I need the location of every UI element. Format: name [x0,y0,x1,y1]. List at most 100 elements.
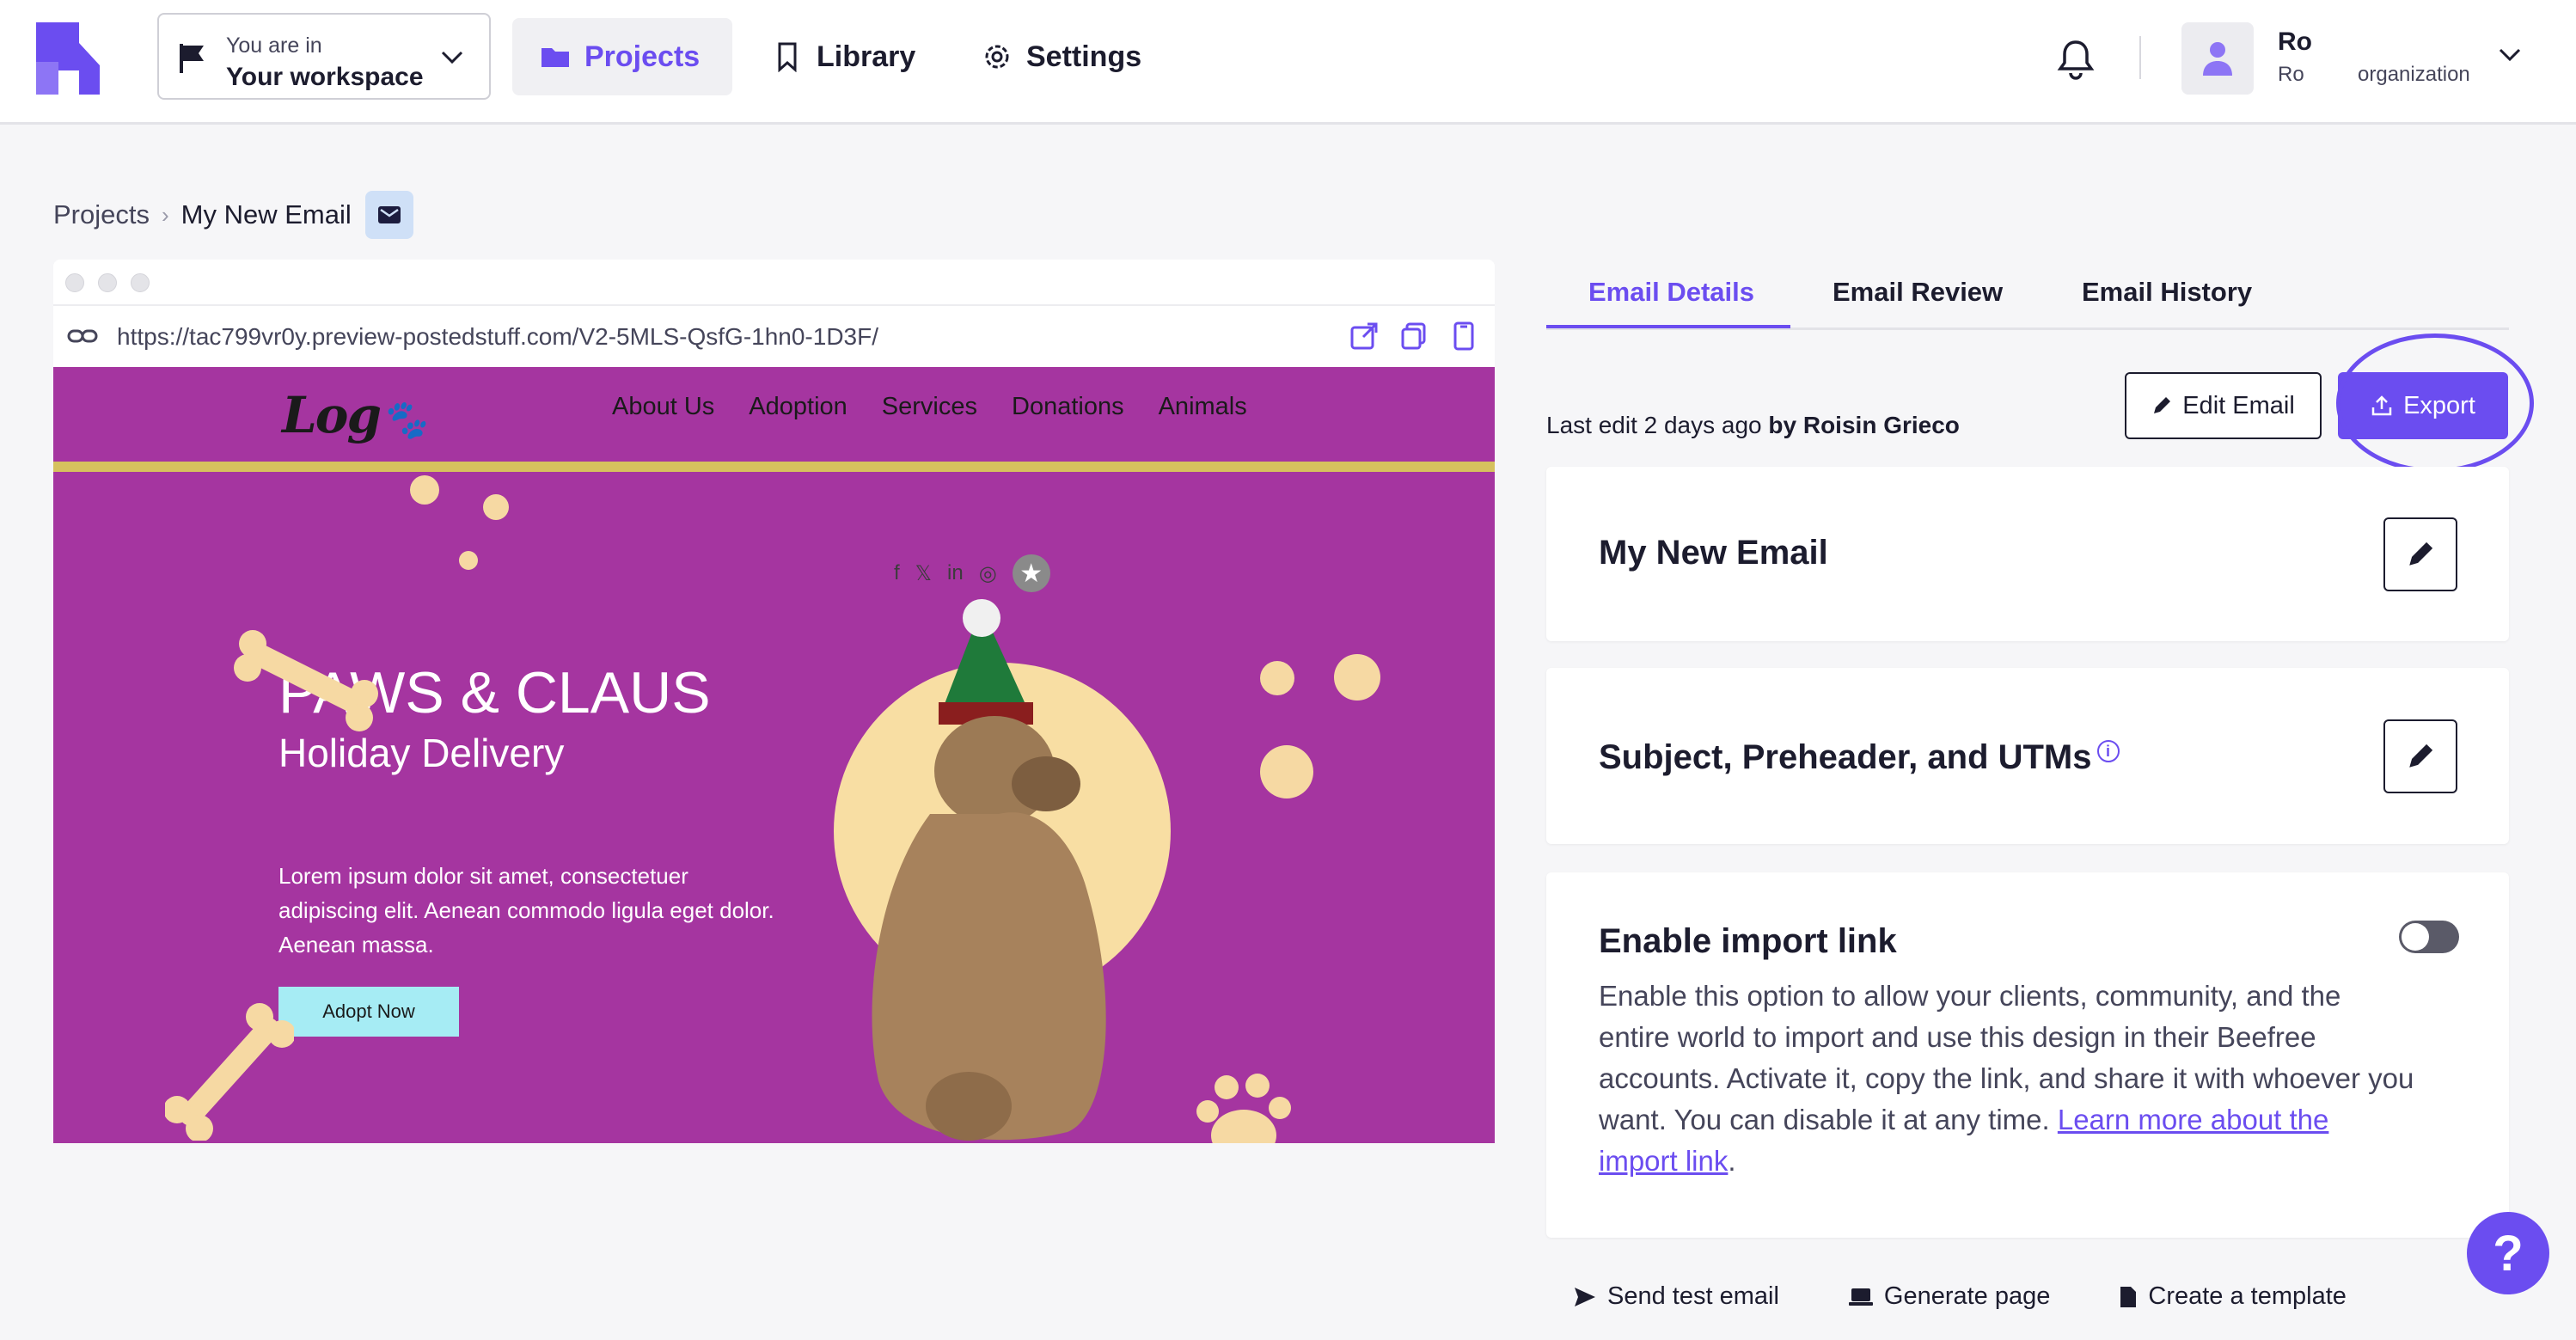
create-template-button[interactable]: Create a template [2119,1282,2347,1311]
decor-dot [1260,661,1294,695]
user-organization: organization [2358,63,2470,86]
email-header: Log🐾 About Us Adoption Services Donation… [53,367,1495,462]
generate-page-label: Generate page [1883,1282,2051,1310]
decor-dot [1334,654,1380,701]
gear-icon [985,45,1009,69]
linkedin-icon: in [947,561,964,584]
email-nav-item: Services [881,393,977,420]
dog-image [872,599,1106,1141]
pencil-icon [2409,743,2433,768]
decor-dot [483,494,509,520]
app-logo-icon[interactable] [29,22,107,95]
email-nav-item: Adoption [749,393,847,420]
nav-library[interactable]: Library [744,18,943,95]
open-external-icon[interactable] [1349,321,1379,351]
breadcrumb-separator: › [161,201,169,228]
send-icon [1575,1287,1595,1306]
user-name: Ro [2278,28,2312,56]
chevron-down-icon[interactable] [2497,45,2523,65]
divider [2139,36,2141,79]
card-email-name-title: My New Email [1599,534,1828,572]
pencil-icon [2409,542,2433,566]
flag-icon [180,44,204,73]
x-icon: 𝕏 [915,561,933,585]
bell-icon[interactable] [2057,39,2095,80]
email-subheadline: Holiday Delivery [278,731,565,775]
email-tabs: Email Details Email Review Email History [1546,258,2509,330]
pencil-icon [2154,397,2171,413]
tab-email-history[interactable]: Email History [2082,277,2252,308]
instagram-icon: ◎ [978,561,997,585]
paw-icon [1196,1074,1291,1143]
card-import-description: Enable this option to allow your clients… [1599,980,2414,1177]
send-test-email-button[interactable]: Send test email [1573,1282,1779,1311]
card-subject: Subject, Preheader, and UTMs i [1546,668,2509,844]
nav-projects[interactable]: Projects [512,18,732,95]
folder-icon [542,48,569,67]
bookmark-icon [778,42,797,72]
nav-library-label: Library [817,40,916,73]
chevron-down-icon [441,51,463,64]
create-template-label: Create a template [2148,1282,2347,1310]
help-button[interactable]: ? [2467,1212,2549,1294]
mobile-preview-icon[interactable] [1449,321,1478,351]
import-link-toggle[interactable] [2399,921,2459,953]
send-test-email-label: Send test email [1607,1282,1779,1310]
generate-page-button[interactable]: Generate page [1848,1282,2050,1311]
envelope-icon [377,206,401,223]
preview-browser-chrome: https://tac799vr0y.preview-postedstuff.c… [53,260,1495,367]
window-dot [65,273,84,292]
star-icon: ★ [1012,554,1050,592]
top-bar: You are in Your workspace Projects Libra… [0,0,2576,125]
last-edit-info: Last edit 2 days ago by Roisin Grieco [1546,412,1960,439]
toggle-knob [2402,923,2429,951]
info-icon[interactable]: i [2096,740,2120,763]
window-dot [98,273,117,292]
user-icon [2203,42,2232,76]
card-email-name: My New Email [1546,467,2509,641]
email-preview: Log🐾 About Us Adoption Services Donation… [53,367,1495,1143]
edit-email-button[interactable]: Edit Email [2125,372,2322,439]
last-edit-author: by Roisin Grieco [1768,412,1960,438]
bottom-actions: Send test email Generate page Create a t… [1573,1282,2347,1311]
email-nav: About Us Adoption Services Donations Ani… [612,393,1247,421]
breadcrumb: Projects › My New Email [53,191,413,239]
url-bar: https://tac799vr0y.preview-postedstuff.c… [53,304,1495,367]
last-edit-time: Last edit 2 days ago [1546,412,1762,438]
facebook-icon: f [894,561,900,584]
document-icon [2120,1286,2137,1307]
decor-dot [459,551,478,570]
email-body-text: Lorem ipsum dolor sit amet, consectetuer… [278,863,774,958]
workspace-selector[interactable]: You are in Your workspace [157,13,491,100]
nav-settings[interactable]: Settings [954,18,1169,95]
nav-settings-label: Settings [1026,40,1142,73]
decor-dot [1260,745,1313,798]
workspace-label: You are in [226,34,322,58]
user-subtitle: Ro [2278,63,2304,86]
link-icon [67,329,98,343]
laptop-icon [1848,1288,1873,1306]
copy-icon[interactable] [1399,321,1429,351]
nav-projects-label: Projects [584,40,701,73]
highlight-ring [2336,333,2534,473]
tab-email-review[interactable]: Email Review [1833,277,2003,308]
breadcrumb-projects[interactable]: Projects [53,199,150,230]
workspace-value: Your workspace [226,63,424,91]
card-import-link: Enable import link Enable this option to… [1546,872,2509,1238]
edit-email-label: Edit Email [2182,391,2295,419]
preview-url[interactable]: https://tac799vr0y.preview-postedstuff.c… [117,323,878,351]
decor-dot [410,475,439,505]
email-stripe [53,462,1495,472]
edit-subject-button[interactable] [2383,719,2457,793]
email-type-badge [364,191,413,239]
avatar[interactable] [2181,22,2254,95]
edit-name-button[interactable] [2383,517,2457,591]
card-import-title: Enable import link [1599,922,1897,960]
bone-icon [234,630,378,731]
adopt-now-button: Adopt Now [278,987,459,1037]
breadcrumb-current: My New Email [181,199,352,229]
email-nav-item: Donations [1012,393,1124,420]
active-tab-indicator [1546,325,1790,328]
email-nav-item: About Us [612,393,715,420]
tab-email-details[interactable]: Email Details [1588,277,1754,308]
